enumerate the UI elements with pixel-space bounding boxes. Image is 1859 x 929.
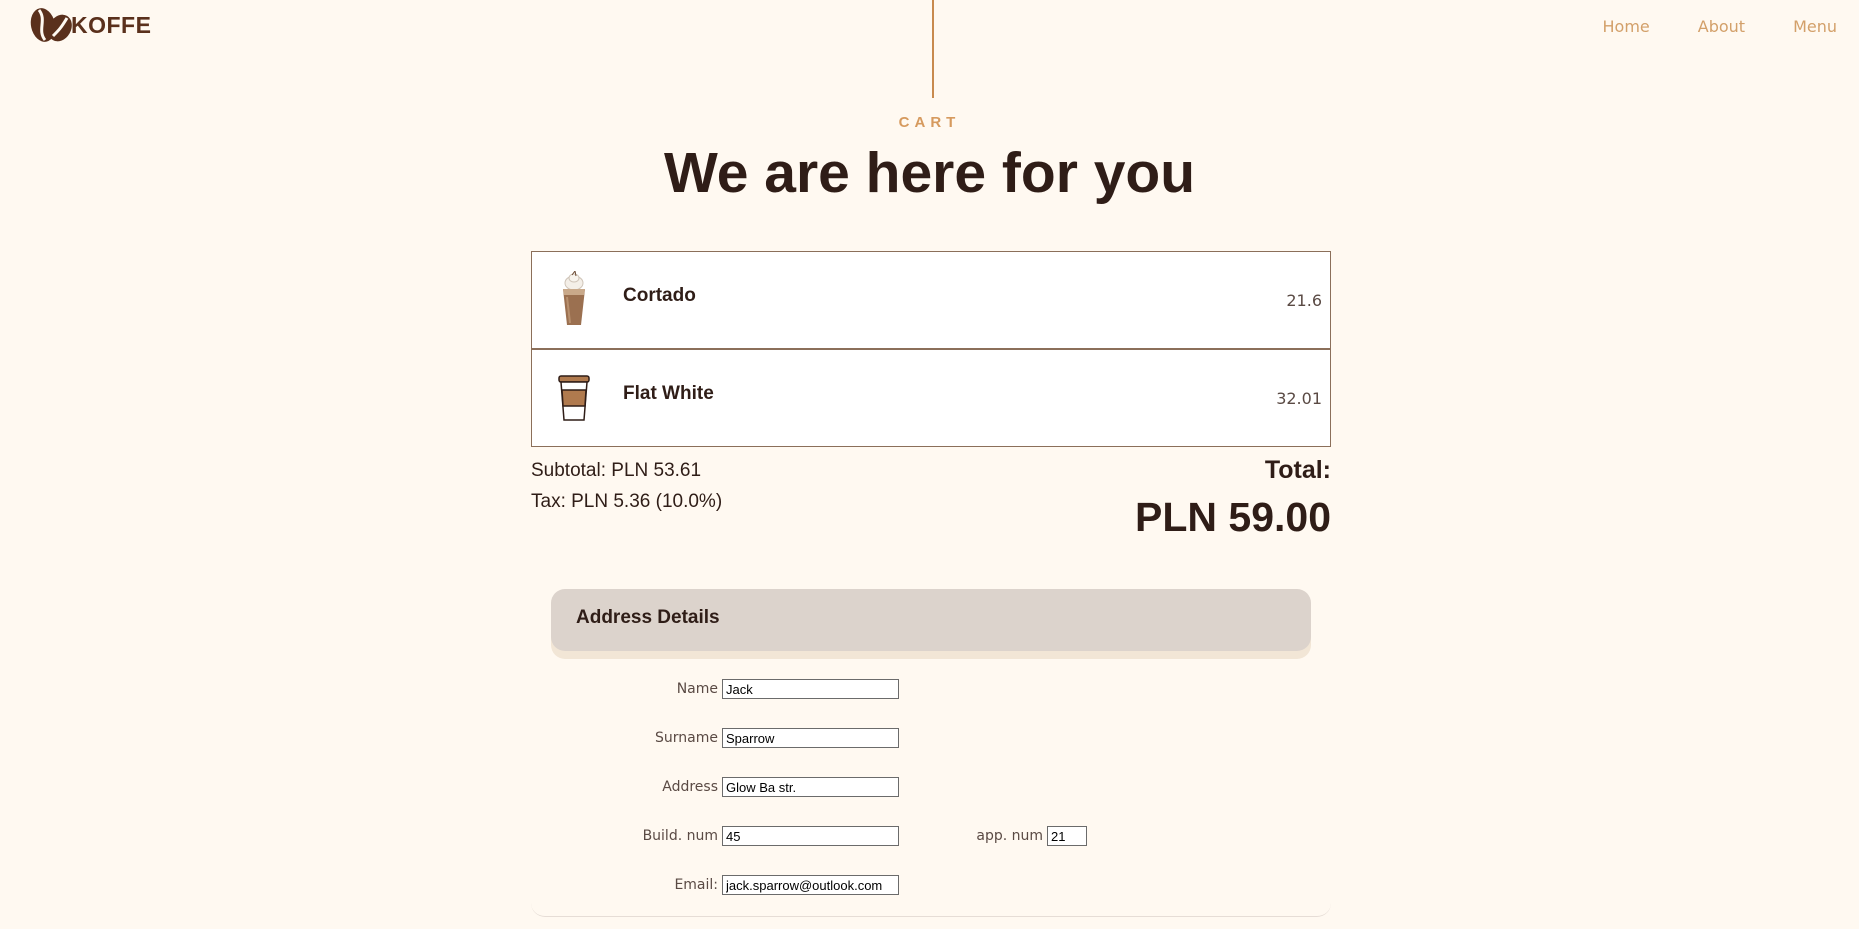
app-num-label: app. num [976, 828, 1043, 844]
cart-item[interactable]: Flat White 32.01 [531, 349, 1331, 447]
tax: Tax: PLN 5.36 (10.0%) [531, 491, 723, 512]
cart-item-name: Flat White [623, 383, 714, 404]
order-summary: Subtotal: PLN 53.61 Tax: PLN 5.36 (10.0%… [531, 455, 722, 517]
main-nav: Home About Menu [1555, 17, 1838, 36]
nav-about[interactable]: About [1698, 17, 1745, 36]
cart-item-price: 32.01 [1276, 388, 1322, 408]
address-title: Address Details [576, 607, 720, 628]
email-input[interactable] [722, 875, 899, 895]
takeaway-cup-icon [553, 368, 595, 428]
cart-item-name: Cortado [623, 285, 696, 306]
surname-input[interactable] [722, 728, 899, 748]
address-header: Address Details [551, 589, 1311, 651]
address-input[interactable] [722, 777, 899, 797]
subtotal: Subtotal: PLN 53.61 [531, 460, 702, 481]
coffee-bean-icon [30, 8, 72, 42]
surname-label: Surname [655, 730, 718, 746]
cart-item[interactable]: Cortado 21.6 [531, 251, 1331, 349]
app-num-input[interactable] [1047, 826, 1087, 846]
logo-text: KOFFE [71, 11, 152, 38]
section-eyebrow: CART [898, 114, 961, 131]
page-title: We are here for you [663, 141, 1196, 205]
build-num-label: Build. num [642, 828, 718, 844]
nav-home[interactable]: Home [1603, 17, 1650, 36]
nav-menu[interactable]: Menu [1793, 17, 1837, 36]
decorative-divider [932, 0, 934, 98]
address-label: Address [662, 779, 718, 795]
name-input[interactable] [722, 679, 899, 699]
logo[interactable]: KOFFE [29, 6, 151, 44]
cart-item-price: 21.6 [1286, 290, 1322, 310]
build-num-input[interactable] [722, 826, 899, 846]
iced-coffee-icon [553, 270, 595, 330]
total-label: Total: [1264, 456, 1331, 484]
email-label: Email: [674, 877, 718, 893]
name-label: Name [676, 681, 718, 697]
total-value: PLN 59.00 [1135, 494, 1331, 540]
